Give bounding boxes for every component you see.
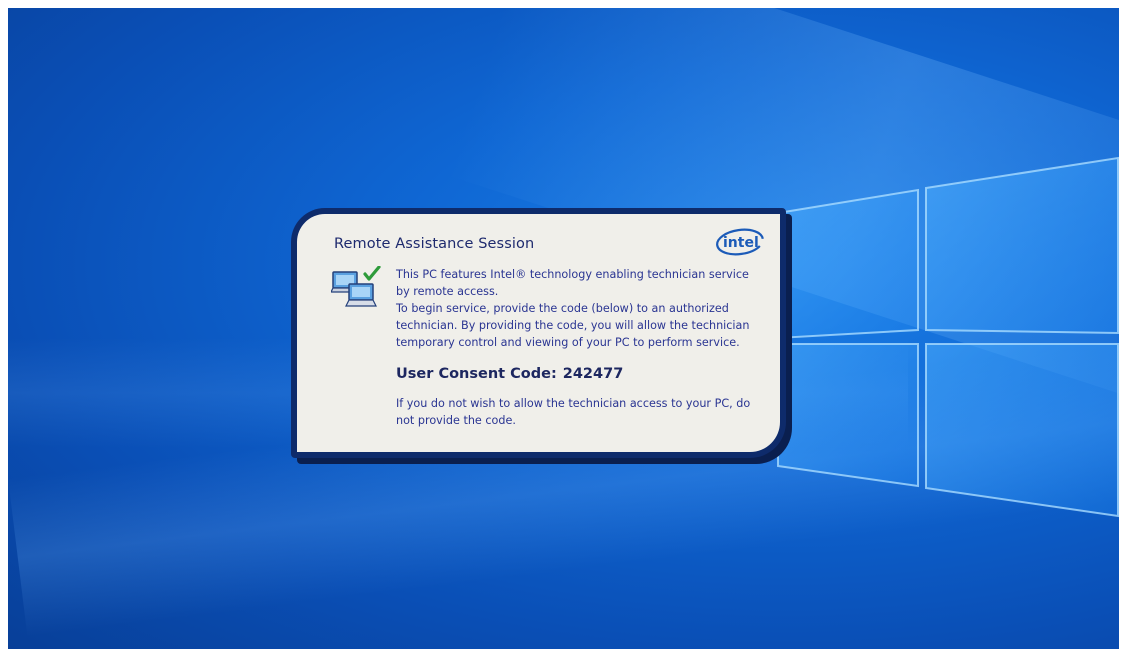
dialog-footer: If you do not wish to allow the technici… xyxy=(396,395,756,429)
body-paragraph-2: To begin service, provide the code (belo… xyxy=(396,302,750,349)
remote-assistance-dialog: Remote Assistance Session intel This PC … xyxy=(291,208,786,458)
dialog-title: Remote Assistance Session xyxy=(334,236,535,252)
consent-code-value: 242477 xyxy=(562,366,624,382)
intel-logo-icon: intel xyxy=(716,228,764,256)
remote-computers-check-icon xyxy=(331,266,381,307)
footer-paragraph: If you do not wish to allow the technici… xyxy=(396,397,751,427)
desktop-screen: Remote Assistance Session intel This PC … xyxy=(8,8,1119,649)
consent-code-label: User Consent Code: xyxy=(396,366,557,382)
svg-text:intel: intel xyxy=(723,235,759,251)
consent-code-line: User Consent Code: 242477 xyxy=(396,366,623,382)
dialog-body: This PC features Intel® technology enabl… xyxy=(396,266,756,351)
body-paragraph-1: This PC features Intel® technology enabl… xyxy=(396,268,749,298)
